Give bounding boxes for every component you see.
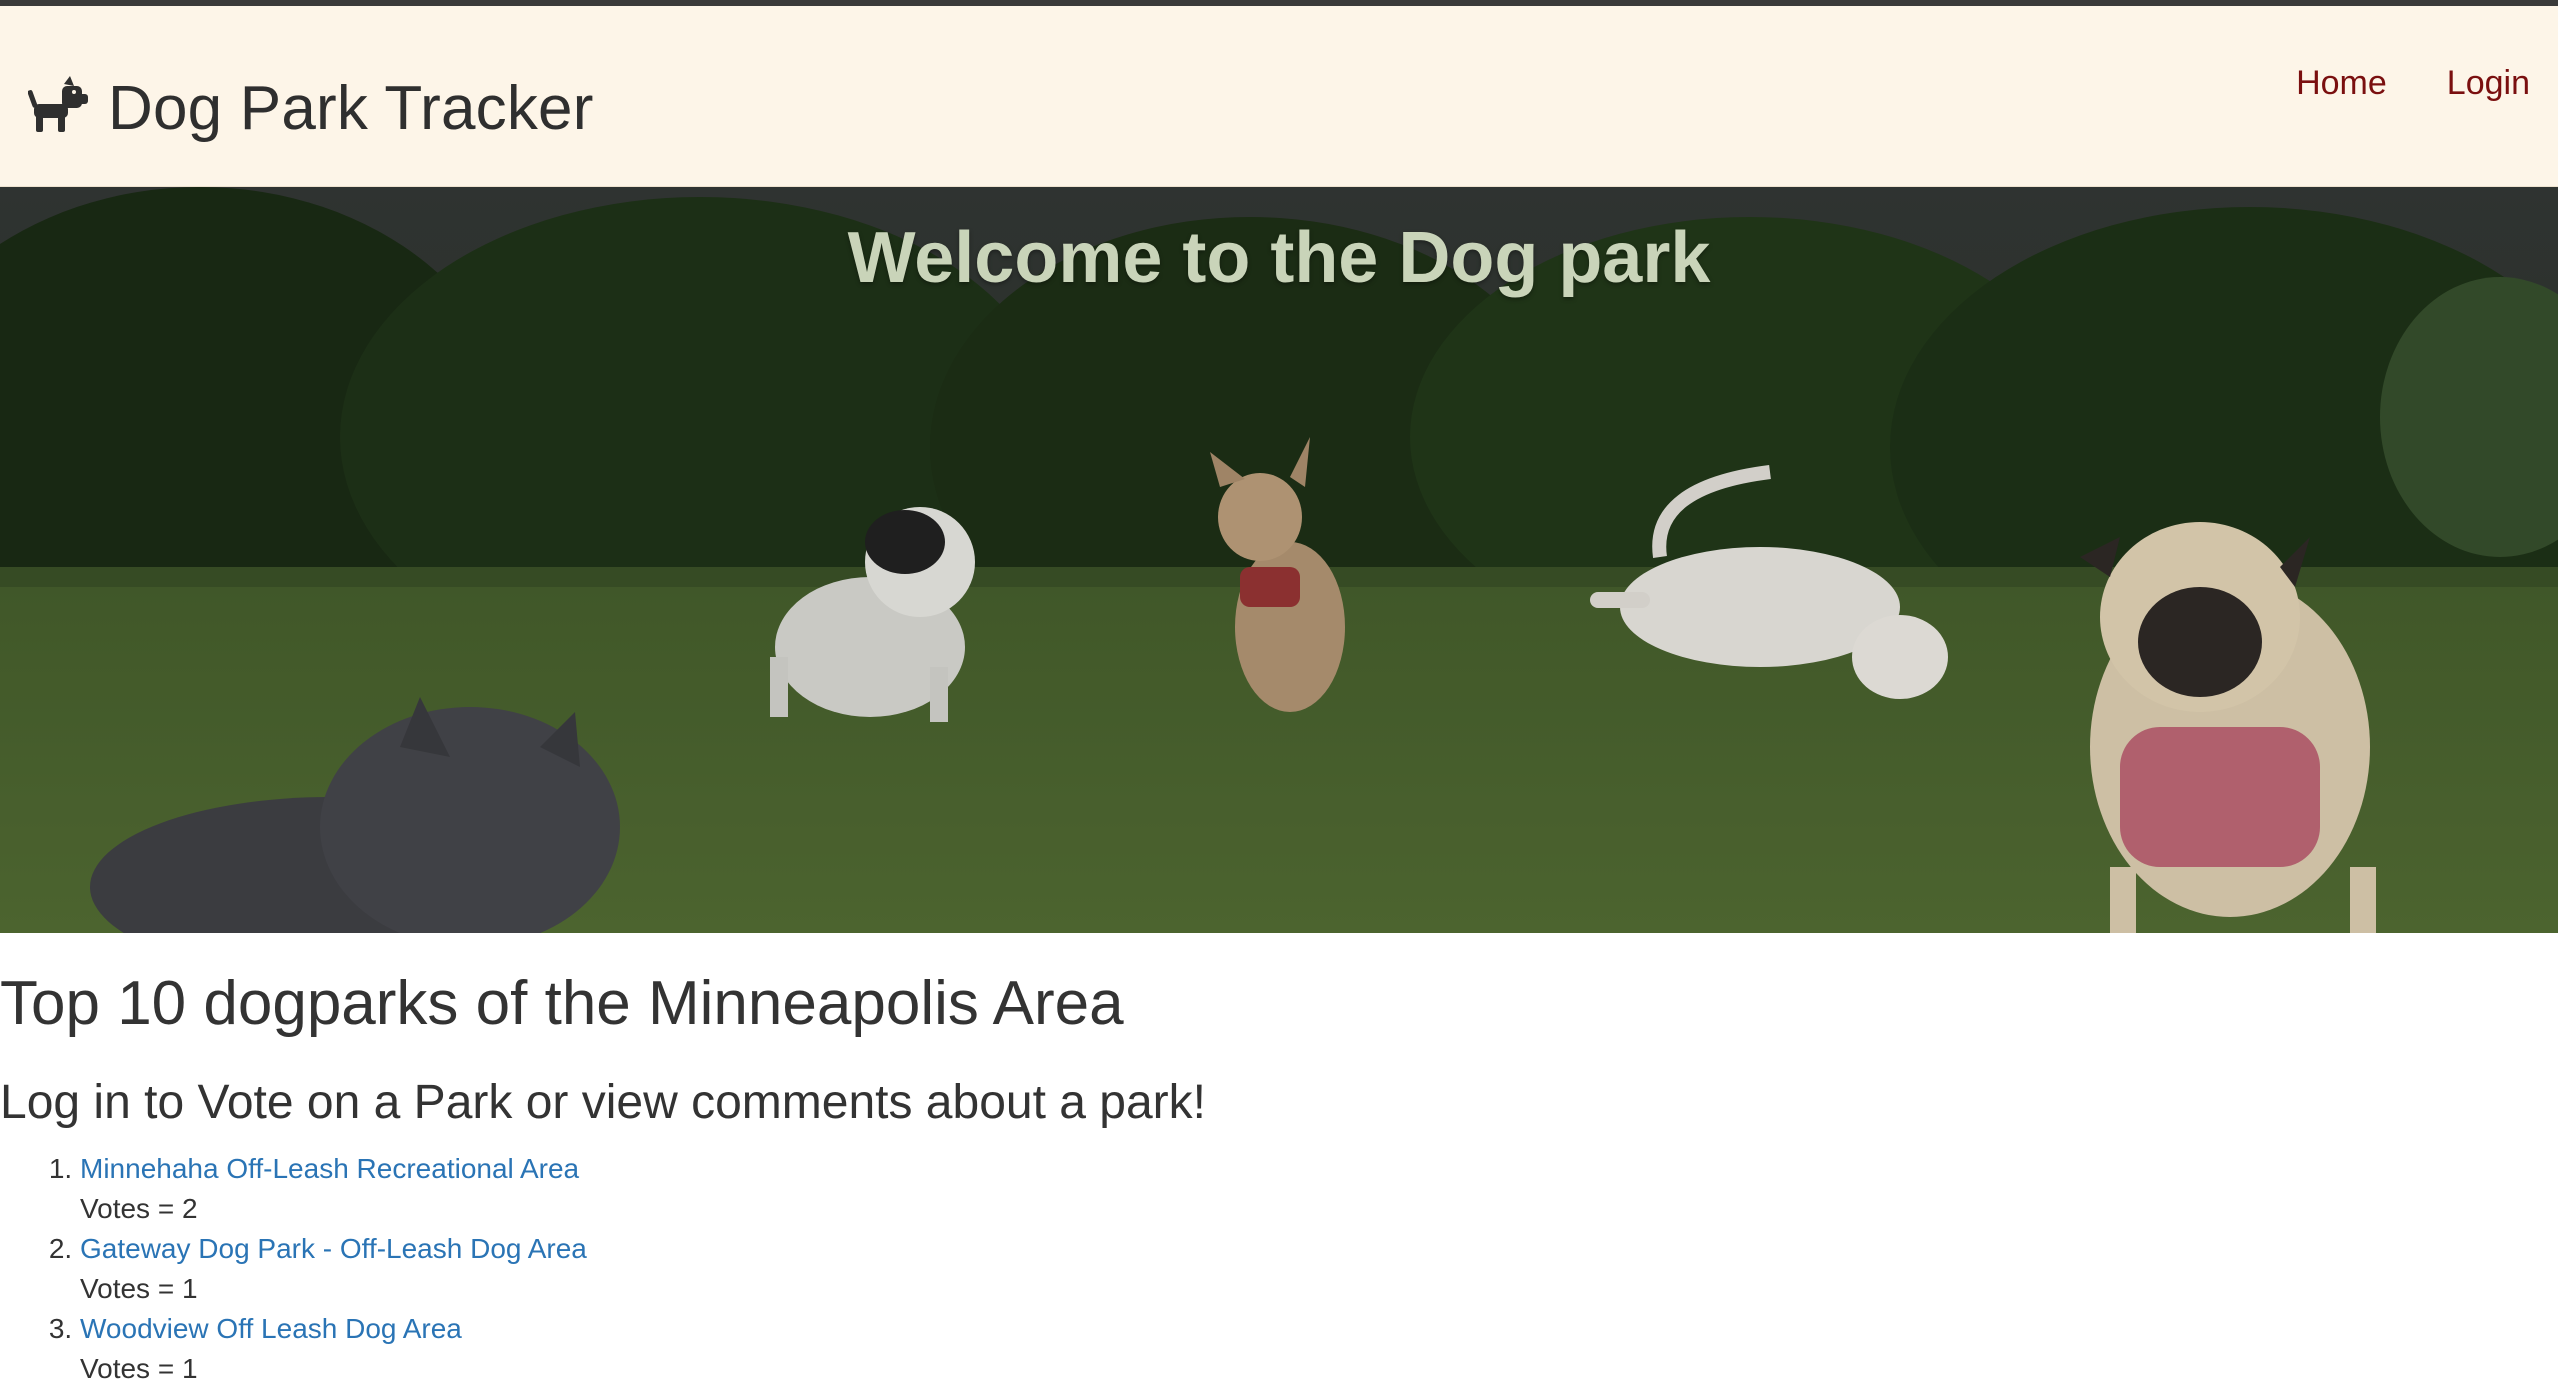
list-item: Minnehaha Off-Leash Recreational Area Vo… — [80, 1149, 587, 1229]
list-item: Gateway Dog Park - Off-Leash Dog Area Vo… — [80, 1229, 587, 1309]
votes-count: Votes = 1 — [80, 1353, 198, 1384]
votes-count: Votes = 2 — [80, 1193, 198, 1224]
park-list: Minnehaha Off-Leash Recreational Area Vo… — [0, 1149, 587, 1389]
brand[interactable]: Dog Park Tracker — [27, 68, 594, 148]
hero-title: Welcome to the Dog park — [847, 218, 1711, 298]
nav-login-link[interactable]: Login — [2447, 64, 2530, 103]
brand-title: Dog Park Tracker — [108, 73, 594, 143]
login-prompt: Log in to Vote on a Park or view comment… — [0, 1076, 1206, 1129]
park-link[interactable]: Minnehaha Off-Leash Recreational Area — [80, 1153, 579, 1184]
dog-icon — [27, 76, 92, 140]
park-link[interactable]: Woodview Off Leash Dog Area — [80, 1313, 462, 1344]
park-link[interactable]: Gateway Dog Park - Off-Leash Dog Area — [80, 1233, 587, 1264]
navbar: Dog Park Tracker Home Login — [0, 6, 2558, 187]
votes-count: Votes = 1 — [80, 1273, 198, 1304]
nav-home-link[interactable]: Home — [2296, 64, 2387, 103]
list-item: Woodview Off Leash Dog Area Votes = 1 — [80, 1309, 587, 1389]
hero-banner: Welcome to the Dog park — [0, 187, 2558, 933]
nav-links: Home Login — [2296, 64, 2530, 103]
page-title: Top 10 dogparks of the Minneapolis Area — [0, 969, 1124, 1038]
